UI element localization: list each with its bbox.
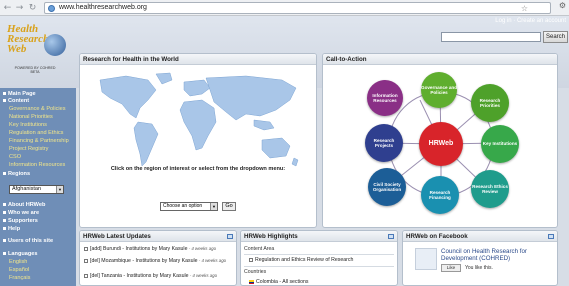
create-account-link[interactable]: Create an account [517, 18, 566, 24]
like-button[interactable]: Like [441, 264, 461, 272]
bookmark-star-icon[interactable]: ☆ [521, 4, 528, 13]
sidebar-item-project-registry[interactable]: Project Registry [9, 146, 48, 153]
language-english[interactable]: English [9, 259, 27, 266]
map-africa [179, 99, 217, 151]
update-row[interactable]: [del] Mozambique - Institutions by Mary … [84, 258, 226, 264]
sidebar-item-information-resources[interactable]: Information Resources [9, 162, 65, 169]
cta-node-governance[interactable]: Governance and Policies [421, 72, 457, 108]
region-select[interactable]: Afghanistan ▼ [9, 185, 64, 194]
sidebar-heading-regions[interactable]: Regions [3, 171, 30, 178]
map-australia [261, 137, 291, 159]
cta-node-key-institutions[interactable]: Key Institutions [481, 125, 519, 163]
reload-icon[interactable]: ↻ [27, 3, 38, 13]
cta-node-research-financing[interactable]: Research Financing [421, 176, 459, 214]
user-links: Log in · Create an account [495, 18, 566, 24]
sidebar-item-supporters[interactable]: Supporters [3, 218, 38, 225]
login-link[interactable]: Log in [495, 18, 511, 24]
map-north-america [99, 75, 157, 119]
update-row[interactable]: [add] Burundi - Institutions by Mary Kas… [84, 246, 216, 252]
content-area-label: Content Area [244, 246, 275, 252]
sidebar-item-who-we-are[interactable]: Who we are [3, 210, 39, 217]
window-icon[interactable] [548, 234, 554, 239]
colombia-flag-icon [249, 279, 254, 284]
cta-node-research-projects[interactable]: Research Projects [365, 124, 403, 162]
sidebar-heading-content[interactable]: Content [3, 98, 29, 105]
chevron-down-icon: ▼ [56, 186, 63, 193]
facebook-panel: HRWeb on Facebook Council on Health Rese… [402, 230, 558, 286]
back-arrow-icon[interactable]: ← [2, 3, 13, 13]
search-button[interactable]: Search [543, 31, 568, 43]
language-espanol[interactable]: Español [9, 267, 29, 274]
panel-title: HRWeb Highlights [241, 231, 397, 242]
world-map[interactable] [86, 70, 312, 178]
map-southeast-asia [253, 119, 275, 131]
sidebar-item-national-priorities[interactable]: National Priorities [9, 114, 53, 121]
cohred-avatar[interactable] [415, 248, 437, 270]
logo-title: Health Research Web [7, 23, 50, 55]
highlight-item[interactable]: Regulation and Ethics Review of Research [249, 257, 353, 263]
map-nz [291, 157, 299, 167]
like-status: You like this. [465, 265, 493, 271]
cta-node-research-priorities[interactable]: Research Priorities [471, 84, 509, 122]
search-input[interactable] [441, 32, 541, 42]
forward-arrow-icon[interactable]: → [14, 3, 25, 13]
sidebar-item-regulation[interactable]: Regulation and Ethics [9, 130, 63, 137]
highlights-panel: HRWeb Highlights Content Area Regulation… [240, 230, 398, 286]
sidebar-item-help[interactable]: Help [3, 226, 20, 233]
panel-title: Research for Health in the World [80, 54, 316, 65]
map-greenland [155, 72, 173, 85]
settings-wrench-icon[interactable]: ⚙ [559, 1, 566, 10]
cta-center-hrweb[interactable]: HRWeb [419, 122, 463, 166]
sidebar-item-main-page[interactable]: Main Page [3, 91, 36, 98]
globe-icon [48, 5, 55, 12]
map-asia [205, 75, 297, 121]
map-europe [183, 79, 211, 97]
browser-toolbar: ← → ↻ www.healthresearchweb.org ☆ ⚙ [0, 0, 569, 16]
call-to-action-panel: Call-to-Action Information Resources Gov… [322, 53, 558, 228]
sidebar-heading-languages[interactable]: Languages [3, 251, 38, 258]
language-francais[interactable]: Français [9, 275, 30, 282]
cta-node-information-resources[interactable]: Information Resources [367, 80, 403, 116]
countries-label: Countries [244, 269, 267, 275]
sidebar-item-governance[interactable]: Governance & Policies [9, 106, 66, 113]
facebook-page-name[interactable]: Council on Health Research for Developme… [441, 248, 551, 262]
chevron-down-icon: ▼ [210, 203, 217, 210]
address-bar[interactable]: www.healthresearchweb.org ☆ [44, 2, 551, 14]
site-logo[interactable]: Health Research Web POWERED BY COHRED BE… [3, 20, 69, 80]
update-row[interactable]: [del] Tanzania - Institutions by Mary Ka… [84, 273, 217, 279]
sidebar-item-about[interactable]: About HRWeb [3, 202, 45, 209]
map-region-select[interactable]: Choose an option ▼ [160, 202, 218, 211]
sidebar-item-financing[interactable]: Financing & Partnership [9, 138, 69, 145]
cta-node-ethics-review[interactable]: Research Ethics Review [471, 170, 509, 208]
map-instructions: Click on the region of interest or selec… [110, 166, 286, 172]
logo-subtitle: POWERED BY COHRED BETA [14, 66, 56, 74]
panel-title: HRWeb on Facebook [403, 231, 557, 242]
window-icon[interactable] [227, 234, 233, 239]
go-button[interactable]: Go [222, 202, 236, 211]
latest-updates-panel: HRWeb Latest Updates [add] Burundi - Ins… [79, 230, 237, 286]
sidebar-item-users[interactable]: Users of this site [3, 238, 53, 245]
sidebar-item-key-institutions[interactable]: Key Institutions [9, 122, 47, 129]
globe-logo-icon [44, 34, 66, 56]
map-south-america [133, 121, 159, 167]
highlight-item[interactable]: Colombia - All sections [249, 279, 308, 285]
url-text: www.healthresearchweb.org [59, 4, 147, 11]
sidebar-item-cso[interactable]: CSO [9, 154, 21, 161]
window-icon[interactable] [388, 234, 394, 239]
cta-node-civil-society[interactable]: Civil Society Organisation [368, 168, 406, 206]
sidebar: Main Page Content Governance & Policies … [0, 88, 76, 286]
panel-title: HRWeb Latest Updates [80, 231, 236, 242]
